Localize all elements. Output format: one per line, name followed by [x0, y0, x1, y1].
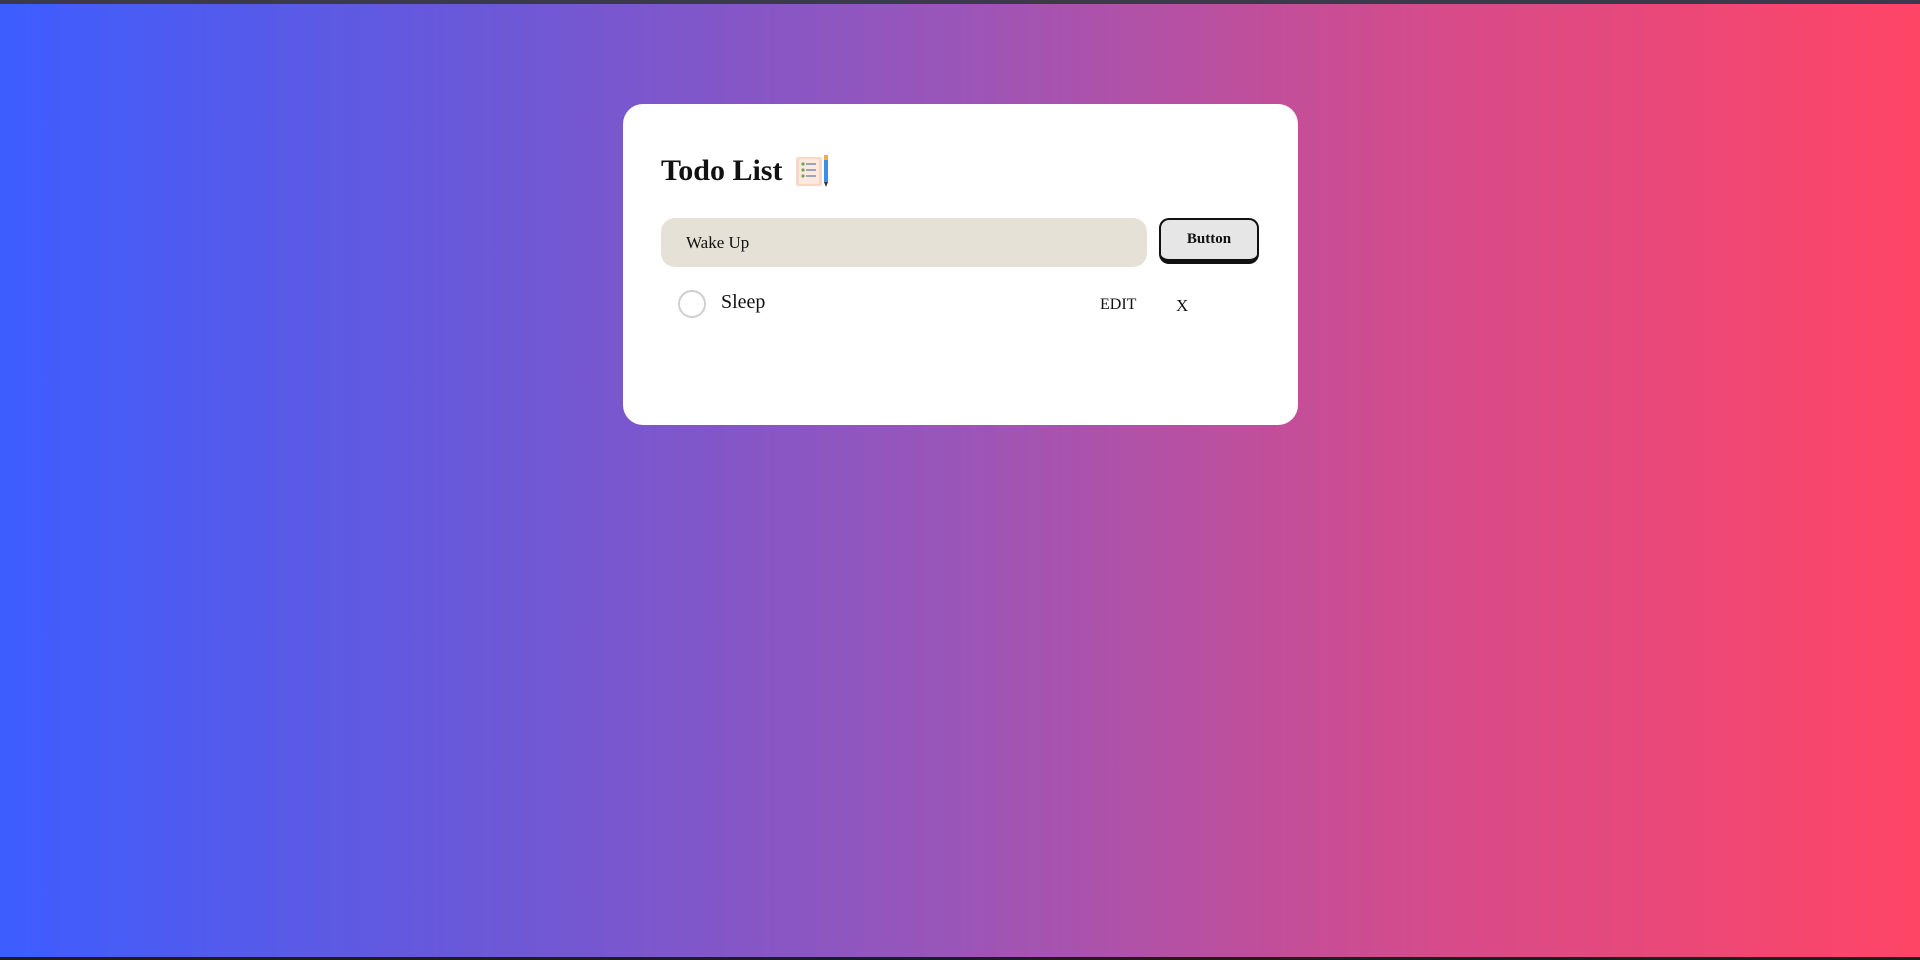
edit-button[interactable]: EDIT — [1100, 296, 1136, 314]
task-input-wrapper — [661, 218, 1147, 267]
add-task-button[interactable]: Button — [1159, 218, 1259, 264]
todo-card: Todo List Button — [623, 104, 1298, 425]
page-title: Todo List — [661, 154, 783, 187]
page-background: Todo List Button — [0, 0, 1920, 960]
todo-item: Sleep EDIT X — [661, 282, 1261, 322]
delete-button[interactable]: X — [1176, 296, 1188, 316]
todo-text: Sleep — [721, 291, 766, 313]
task-input[interactable] — [661, 218, 1147, 267]
clipboard-checklist-icon — [794, 154, 830, 188]
title-row: Todo List — [661, 154, 830, 188]
top-border — [0, 0, 1920, 4]
complete-toggle-circle[interactable] — [678, 290, 706, 318]
